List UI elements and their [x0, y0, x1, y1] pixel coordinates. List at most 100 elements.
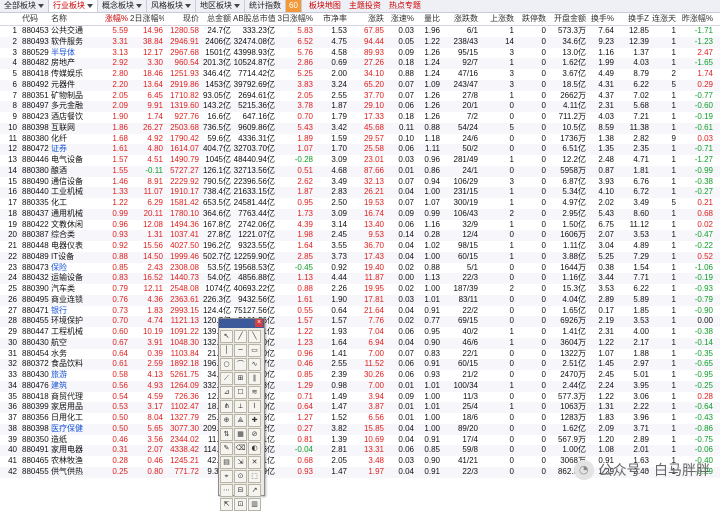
special-link-1[interactable]: 主题投资 [345, 0, 385, 12]
column-header-0[interactable] [0, 13, 18, 25]
drawing-tool-icon[interactable]: ─ [234, 344, 247, 357]
drawing-tool-icon[interactable]: ⋯ [220, 484, 233, 497]
table-row[interactable]: 36880399家居用品0.533.171102.4718.0亿1065.30亿… [0, 402, 720, 413]
column-header-5[interactable]: 现价 [164, 13, 200, 25]
drawing-tool-icon[interactable]: ∥ [248, 372, 261, 385]
table-row[interactable]: 34880476建筑0.564.931264.09332.3亿19632.28亿… [0, 380, 720, 392]
drawing-tool-icon[interactable]: ⊿ [220, 386, 233, 399]
drawing-tool-icon[interactable]: ⌒ [234, 358, 247, 371]
column-header-8[interactable]: 3日涨幅% [276, 13, 314, 25]
table-row[interactable]: 7 880351 矿物制品 2.05 6.45 1710.82 93.05亿 2694.61亿… [0, 91, 720, 102]
column-header-7[interactable]: AB股总市值 [232, 13, 276, 25]
drawing-tool-icon[interactable]: ⌫ [234, 442, 247, 455]
table-row[interactable]: 3 880529 半导体 3.13 12.17 2967.68 1501亿 43998.93亿… [0, 48, 720, 59]
table-row[interactable]: 31880454水务0.640.391103.8421.1亿2091.60亿0.… [0, 349, 720, 360]
tab-2[interactable]: 概念板块 [98, 0, 147, 12]
drawing-tool-icon[interactable]: │ [220, 344, 233, 357]
drawing-tool-icon[interactable]: ⊟ [234, 484, 247, 497]
table-row[interactable]: 29880447工程机械0.6010.191091.22139.4亿6791.2… [0, 327, 720, 338]
drawing-tool-icon[interactable]: ✚ [248, 414, 261, 427]
drawing-tool-icon[interactable]: ⬚ [248, 470, 261, 483]
table-row[interactable]: 10 880398 互联网 1.86 26.27 2503.68 736.5亿 9609.86… [0, 122, 720, 134]
table-row[interactable]: 20 880387 综合类 0.93 1.31 1037.41 27.8亿 1221.07亿 1… [0, 230, 720, 241]
table-row[interactable]: 13 880446 电气设备 1.57 4.51 1490.79 1045亿 48440.94… [0, 155, 720, 166]
drawing-tool-icon[interactable]: ⟁ [234, 414, 247, 427]
column-header-16[interactable]: 开盘金额 [547, 13, 587, 25]
drawing-tool-icon[interactable]: ⌇ [248, 400, 261, 413]
column-header-20[interactable]: 昨涨幅% [677, 13, 714, 25]
drawing-tool-icon[interactable]: ⟂ [234, 400, 247, 413]
drawing-tool-icon[interactable]: ↗ [248, 484, 261, 497]
drawing-tool-icon[interactable]: ⊞ [234, 372, 247, 385]
special-link-0[interactable]: 板块地图 [305, 0, 345, 12]
drawing-tool-icon[interactable]: ⊙ [234, 470, 247, 483]
table-row[interactable]: 24 880432 运输设备 0.83 16.52 1440.73 54.0亿 4856.88… [0, 273, 720, 284]
table-row[interactable]: 25 880390 汽车类 0.79 12.11 2548.08 1074亿 40693.22… [0, 284, 720, 295]
tab-0[interactable]: 全部板块 [0, 0, 49, 12]
table-row[interactable]: 18 880437 通用机械 0.99 20.11 1780.10 364.6亿 7763.4… [0, 208, 720, 220]
drawing-tool-icon[interactable]: ⇲ [234, 456, 247, 469]
drawing-tool-icon[interactable]: ⇅ [220, 428, 233, 441]
column-header-17[interactable]: 换手% [587, 13, 615, 25]
column-header-12[interactable]: 量比 [415, 13, 441, 25]
drawing-tool-icon[interactable]: ▭ [248, 344, 261, 357]
table-row[interactable]: 12 880472 证券 1.61 4.80 1614.07 404.7亿 32703.70亿… [0, 144, 720, 155]
table-row[interactable]: 19 880422 文教休闲 0.96 12.08 1494.36 167.8亿 2742.0… [0, 220, 720, 231]
drawing-tool-icon[interactable]: ⋔ [220, 400, 233, 413]
column-header-15[interactable]: 跌停数 [515, 13, 547, 25]
table-row[interactable]: 6 880492 元器件 2.20 13.64 2919.86 1453亿 39792.69亿… [0, 79, 720, 91]
table-row[interactable]: 35880418商贸代理0.544.59726.3612.3亿1113.28亿0… [0, 392, 720, 403]
table-row[interactable]: 11 880380 化纤 1.68 4.92 1790.42 59.6亿 4336.31亿 1.… [0, 134, 720, 145]
drawing-tool-icon[interactable]: ▦ [234, 428, 247, 441]
toolbox-titlebar[interactable]: × [219, 319, 264, 328]
drawing-tool-icon[interactable]: ∿ [248, 358, 261, 371]
table-row[interactable]: 26 880495 商业连锁 0.76 4.36 2363.61 226.3亿 9432.56… [0, 294, 720, 306]
column-header-3[interactable]: 涨幅% [94, 13, 129, 25]
drawing-tool-icon[interactable]: ▤ [220, 456, 233, 469]
drawing-tool-icon[interactable]: ✎ [220, 442, 233, 455]
drawing-tool-icon[interactable]: ⟋ [220, 372, 233, 385]
drawing-toolbox[interactable]: × ↖ ╱ ╲ │ ─ ▭ ○ ⌒ ∿ ⟋ ⊞ ∥ ⊿ ☐ ≋ ⋔ ⟂ ⌇ ⊕ ⟁ ✚ ⇅ ▦ ⊘ ✎ ⌫ ◐ ▤ ⇲ ✕ ⌖ ⊙ ⬚ ⋯ ⊟ ↗ ⇱ ⊡… [218, 318, 265, 511]
table-row[interactable]: 27 880471 银行 0.73 1.83 2993.15 124.4亿 75127.56亿… [0, 306, 720, 317]
table-row[interactable]: 4 880482 房地产 2.92 3.30 960.54 201.3亿 10524.87亿 2… [0, 58, 720, 69]
drawing-tool-icon[interactable]: ≋ [248, 386, 261, 399]
close-icon[interactable]: × [255, 319, 263, 327]
table-row[interactable]: 21 880448 电器仪表 0.92 15.56 4027.50 196.2亿 9323.5… [0, 241, 720, 252]
table-row[interactable]: 17 880335 化工 1.22 6.29 1581.42 653.5亿 24581.44亿… [0, 198, 720, 209]
table-row[interactable]: 39880350造纸0.463.562344.0211.3亿1026.71亿0.… [0, 435, 720, 446]
table-row[interactable]: 9 880423 酒店餐饮 1.90 1.74 927.76 16.6亿 647.16亿 0.7… [0, 112, 720, 123]
table-row[interactable]: 15 880490 通信设备 1.46 8.91 2229.92 790.5亿 22396.5… [0, 177, 720, 188]
drawing-tool-icon[interactable]: ╱ [234, 330, 247, 343]
drawing-tool-icon[interactable]: ✕ [248, 456, 261, 469]
drawing-tool-icon[interactable]: ⌖ [220, 470, 233, 483]
column-header-2[interactable]: 名称 [50, 13, 94, 25]
drawing-tool-icon[interactable]: ○ [220, 358, 233, 371]
table-row[interactable]: 23 880473 保险 0.85 2.43 2308.08 53.5亿 19568.53亿 -… [0, 263, 720, 274]
table-row[interactable]: 38880398医疗保健0.505.653077.30209.1亿16418.1… [0, 423, 720, 435]
table-row[interactable]: 1 880453 公共交通 5.59 14.96 1280.58 24.7亿 333.23亿 5… [0, 26, 720, 37]
table-row[interactable]: 37880356日用化工0.508.041327.7925.2亿1240.26亿… [0, 413, 720, 424]
tab-4[interactable]: 地区板块 [196, 0, 245, 12]
column-header-9[interactable]: 市净率 [314, 13, 348, 25]
table-row[interactable]: 28880455环境保护0.704.741121.13120.7亿5101.56… [0, 316, 720, 327]
column-header-11[interactable]: 涨速% [385, 13, 415, 25]
drawing-tool-icon[interactable]: ⊡ [234, 498, 247, 511]
drawing-tool-icon[interactable]: ⊕ [220, 414, 233, 427]
table-row[interactable]: 30880430航空0.673.911048.30132.1亿10963.50亿… [0, 337, 720, 349]
drawing-tool-icon[interactable]: ◐ [248, 442, 261, 455]
table-row[interactable]: 22 880489 IT设备 0.88 14.50 1999.46 502.7亿 12259.… [0, 251, 720, 263]
table-row[interactable]: 32880372食品饮料0.612.591892.18196.8亿14963.0… [0, 359, 720, 370]
special-link-2[interactable]: 热点专题 [385, 0, 425, 12]
drawing-tool-icon[interactable]: ⇱ [220, 498, 233, 511]
table-row[interactable]: 14 880380 酿酒 1.55 -0.11 5727.27 126.1亿 32713.56… [0, 165, 720, 177]
table-row[interactable]: 33880430旅游0.584.135261.7534.4亿1521.30亿0.… [0, 370, 720, 381]
tab-1[interactable]: 行业板块 [49, 0, 98, 12]
tab-5[interactable]: 统计指数 [245, 0, 286, 12]
tab-3[interactable]: 风格板块 [147, 0, 196, 12]
column-header-6[interactable]: 总金额 [200, 13, 232, 25]
table-row[interactable]: 2 880493 软件服务 3.31 38.84 2946.91 2406亿 32474.08… [0, 36, 720, 48]
column-header-19[interactable]: 连涨天 [650, 13, 677, 25]
column-header-10[interactable]: 涨跌 [348, 13, 385, 25]
drawing-tool-icon[interactable]: ╲ [248, 330, 261, 343]
table-row[interactable]: 8 880497 多元金融 2.09 9.91 1319.60 143.2亿 5215.36亿… [0, 101, 720, 112]
